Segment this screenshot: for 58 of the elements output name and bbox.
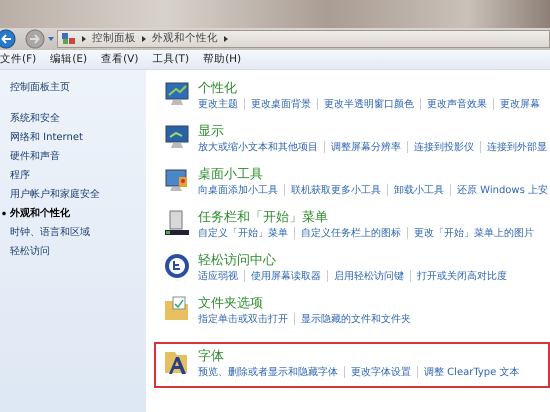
category-link[interactable]: 更改桌面背景 (251, 97, 311, 112)
sidebar-link[interactable]: 控制面板主页 (10, 80, 146, 95)
category-title[interactable]: 轻松访问中心 (198, 252, 507, 269)
category-link[interactable]: 显示隐藏的文件和文件夹 (301, 312, 411, 327)
accessibility-icon[interactable] (164, 252, 190, 280)
category-link[interactable]: 指定单击或双击打开 (198, 312, 288, 327)
category-title[interactable]: 字体 (198, 348, 520, 365)
category-title[interactable]: 桌面小工具 (198, 166, 548, 183)
sidebar-link[interactable]: 网络和 Internet (10, 130, 146, 145)
menu-item[interactable]: 编辑(E) (50, 52, 88, 68)
address-bar[interactable]: 控制面板 外观和个性化 (57, 30, 550, 48)
category-link[interactable]: 适应弱视 (198, 269, 238, 284)
breadcrumb-item[interactable]: 外观和个性化 (152, 31, 218, 47)
category-link[interactable]: 更改主题 (198, 97, 238, 112)
breadcrumb-arrow-icon[interactable] (142, 36, 146, 42)
category-link[interactable]: 连接到外部显 (487, 140, 547, 155)
category-link[interactable]: 联机获取更多小工具 (291, 183, 381, 198)
sidebar-link[interactable]: 程序 (10, 168, 146, 183)
category-link[interactable]: 调整屏幕分辨率 (331, 140, 401, 155)
sidebar-link[interactable]: 硬件和声音 (10, 149, 146, 164)
category-title[interactable]: 显示 (198, 123, 547, 140)
category-link[interactable]: 预览、删除或者显示和隐藏字体 (198, 365, 338, 380)
category-link[interactable]: 卸载小工具 (394, 183, 444, 198)
category-title[interactable]: 文件夹选项 (198, 295, 411, 312)
category-link[interactable]: 放大或缩小文本和其他项目 (198, 140, 318, 155)
category-link[interactable]: 自定义「开始」菜单 (198, 226, 288, 241)
category-link[interactable]: 更改字体设置 (351, 365, 411, 380)
menu-item[interactable]: 文件(F) (0, 52, 36, 68)
category-link[interactable]: 打开或关闭高对比度 (417, 269, 507, 284)
sidebar-link[interactable]: 系统和安全 (10, 111, 146, 126)
monitor-icon[interactable] (164, 123, 190, 151)
category-link[interactable]: 启用轻松访问键 (334, 269, 404, 284)
breadcrumb-item[interactable]: 控制面板 (92, 31, 136, 47)
menu-item[interactable]: 工具(T) (152, 52, 190, 68)
sidebar-link[interactable]: 用户帐户和家庭安全 (10, 187, 146, 202)
menu-item[interactable]: 帮助(H) (203, 52, 242, 68)
category-link[interactable]: 自定义任务栏上的图标 (301, 226, 401, 241)
sidebar-link[interactable]: 时钟、语言和区域 (10, 225, 146, 240)
category-link[interactable]: 还原 Windows 上安 (457, 183, 548, 198)
category-link[interactable]: 向桌面添加小工具 (198, 183, 278, 198)
category-link[interactable]: 使用屏幕读取器 (251, 269, 321, 284)
dropdown-caret-icon[interactable] (48, 37, 54, 41)
sidebar-link[interactable]: 轻松访问 (10, 244, 146, 259)
category-link[interactable]: 更改「开始」菜单上的图片 (414, 226, 534, 241)
category-link[interactable]: 调整 ClearType 文本 (424, 365, 520, 380)
category-link[interactable]: 更改声音效果 (427, 97, 487, 112)
folder-icon[interactable] (164, 295, 190, 323)
breadcrumb-arrow-icon[interactable] (224, 36, 228, 42)
category-title[interactable]: 任务栏和「开始」菜单 (198, 209, 534, 226)
category-title[interactable]: 个性化 (198, 80, 540, 97)
breadcrumb-arrow-icon[interactable] (82, 36, 86, 42)
category-link[interactable]: 连接到投影仪 (414, 140, 474, 155)
menu-item[interactable]: 查看(V) (101, 52, 138, 68)
category-link[interactable]: 更改半透明窗口颜色 (324, 97, 414, 112)
taskbar-icon[interactable] (164, 209, 190, 237)
control-panel-icon (62, 33, 76, 45)
monitor-icon[interactable] (164, 80, 190, 108)
category-link[interactable]: 更改屏幕 (500, 97, 540, 112)
